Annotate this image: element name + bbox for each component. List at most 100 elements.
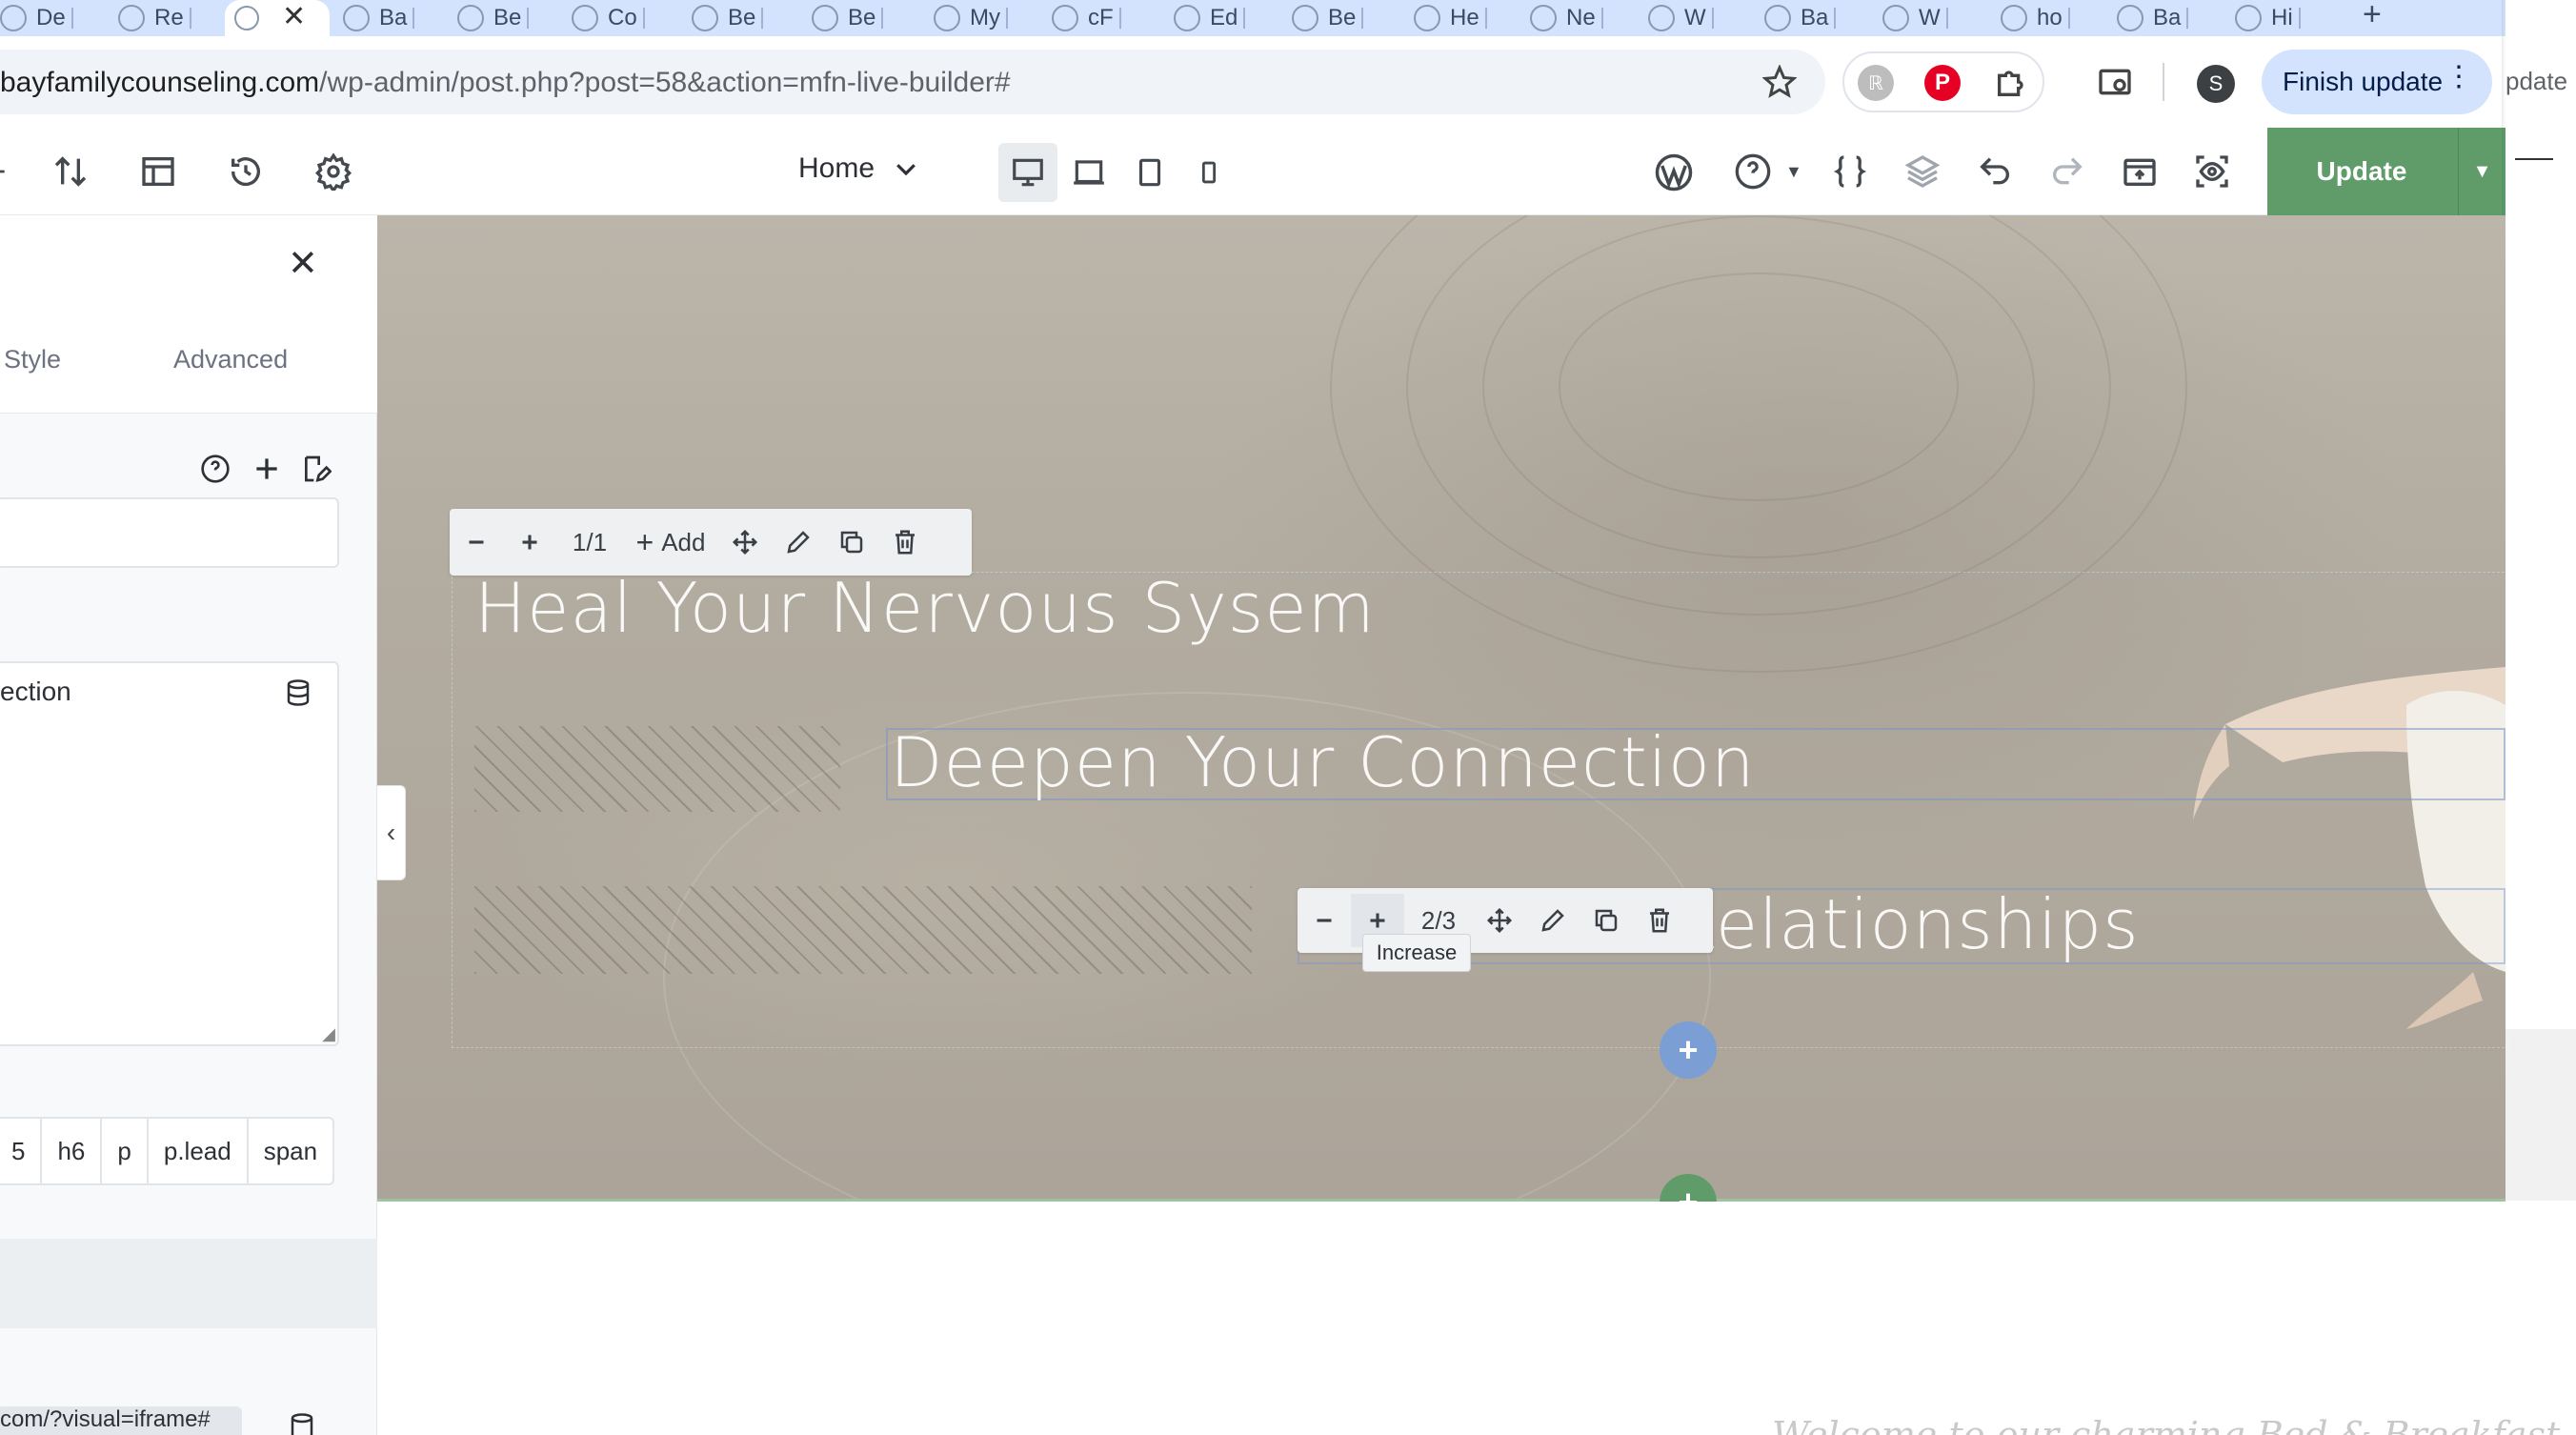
undo-icon[interactable] — [1976, 152, 2014, 191]
iframe-url-field[interactable]: com/?visual=iframe# — [0, 1406, 242, 1435]
extension-icon[interactable]: ℝ — [1858, 65, 1894, 101]
browser-tab[interactable]: Ba — [2117, 0, 2189, 36]
browser-tab[interactable]: Ed — [1174, 0, 1246, 36]
tab-search-icon[interactable] — [2096, 63, 2134, 101]
tab-advanced[interactable]: Advanced — [173, 345, 288, 374]
add-element-button[interactable]: + Add — [623, 515, 718, 569]
tab-style[interactable]: Style — [4, 345, 61, 374]
browser-tab[interactable]: Re — [118, 0, 191, 36]
browser-tab[interactable]: Co — [572, 0, 645, 36]
resize-handle-icon[interactable]: ◢ — [322, 1024, 335, 1044]
browser-tab[interactable]: Ne — [1530, 0, 1603, 36]
tab-favicon-icon — [1414, 5, 1440, 31]
help-icon[interactable] — [1734, 152, 1772, 191]
tag-h6-button[interactable]: h6 — [42, 1119, 103, 1183]
browser-tab[interactable]: De — [0, 0, 73, 36]
delete-trash-icon-2[interactable] — [1633, 894, 1686, 947]
browser-tab[interactable]: He — [1414, 0, 1487, 36]
element-toolbar: 2/3 — [1298, 888, 1713, 953]
update-options-caret-icon[interactable]: ▼ — [2458, 128, 2506, 215]
tab-label: cF — [1088, 5, 1114, 30]
page-layout-icon[interactable] — [139, 152, 177, 191]
increase-size-button[interactable] — [503, 515, 556, 569]
browser-tab[interactable]: Ba — [1764, 0, 1837, 36]
puzzle-extensions-icon[interactable] — [1993, 63, 2031, 101]
background-window-edge — [2506, 0, 2576, 1435]
spacer-placeholder-1[interactable] — [474, 726, 840, 812]
browser-tab[interactable]: W — [1882, 0, 1948, 36]
bookmark-star-icon[interactable] — [1762, 65, 1797, 99]
add-icon[interactable] — [252, 454, 282, 484]
move-icon[interactable] — [718, 515, 772, 569]
heading-heal-nervous-system[interactable]: Heal Your Nervous Sysem — [474, 568, 1376, 648]
tab-label: My — [970, 5, 1000, 30]
profile-avatar[interactable]: S — [2197, 65, 2235, 103]
decrease-size-button[interactable] — [450, 515, 503, 569]
browser-tab[interactable]: Be — [457, 0, 530, 36]
help-caret-icon[interactable]: ▼ — [1785, 162, 1802, 182]
browser-tab[interactable]: Be — [812, 0, 884, 36]
tab-favicon-icon — [2235, 5, 2262, 31]
tab-favicon-icon — [812, 5, 838, 31]
background-window-line — [2515, 158, 2553, 160]
text-input-field[interactable] — [0, 497, 339, 568]
url-text[interactable]: bayfamilycounseling.com/wp-admin/post.ph… — [0, 67, 1011, 99]
help-circle-icon[interactable] — [200, 454, 231, 484]
sort-order-icon[interactable] — [51, 152, 90, 191]
mobile-device-icon[interactable] — [1193, 156, 1225, 189]
edit-pencil-icon-2[interactable] — [1526, 894, 1580, 947]
tab-separator — [2298, 8, 2301, 29]
browser-tab[interactable]: My — [934, 0, 1008, 36]
tag-p-lead-button[interactable]: p.lead — [149, 1119, 249, 1183]
browser-tab[interactable]: Hi — [2235, 0, 2301, 36]
browser-tab[interactable]: ho — [2001, 0, 2070, 36]
wordpress-icon[interactable] — [1654, 152, 1694, 192]
add-wrap-button[interactable]: + — [1660, 1021, 1717, 1079]
tag-h5-button[interactable]: 5 — [0, 1119, 43, 1183]
desktop-device-icon[interactable] — [1010, 154, 1046, 191]
decrease-size-button-2[interactable] — [1298, 894, 1351, 947]
tag-p-button[interactable]: p — [102, 1119, 149, 1183]
tag-span-button[interactable]: span — [249, 1119, 332, 1183]
edit-template-icon[interactable] — [301, 454, 332, 484]
url-path: /wp-admin/post.php?post=58&action=mfn-li… — [319, 67, 1011, 98]
browser-tab[interactable]: cF — [1052, 0, 1121, 36]
database-icon[interactable] — [284, 678, 312, 707]
redo-icon[interactable] — [2048, 152, 2086, 191]
edit-pencil-icon[interactable] — [772, 515, 825, 569]
browser-tab[interactable]: Ba — [343, 0, 415, 36]
duplicate-icon-2[interactable] — [1580, 894, 1633, 947]
move-icon-2[interactable] — [1473, 894, 1526, 947]
page-select-dropdown[interactable]: Home — [798, 152, 920, 185]
database-icon-2[interactable] — [288, 1412, 316, 1435]
laptop-device-icon[interactable] — [1071, 154, 1107, 191]
settings-gear-icon[interactable] — [314, 152, 352, 191]
content-textarea[interactable]: ◢ — [0, 661, 339, 1046]
layers-icon[interactable] — [1903, 152, 1942, 191]
update-button[interactable]: Update — [2267, 128, 2456, 215]
finish-update-button[interactable]: Finish update ⋮ — [2262, 50, 2492, 114]
export-icon[interactable] — [2121, 152, 2159, 191]
collapse-panel-chevron-icon[interactable]: ‹ — [377, 785, 406, 880]
tablet-device-icon[interactable] — [1132, 154, 1168, 191]
tab-favicon-icon — [934, 5, 960, 31]
preview-eye-icon[interactable] — [2193, 152, 2231, 191]
more-menu-icon[interactable]: ⋮ — [2445, 63, 2473, 91]
browser-tab[interactable]: Be — [1292, 0, 1364, 36]
browser-tab[interactable]: Be — [692, 0, 764, 36]
delete-trash-icon[interactable] — [878, 515, 932, 569]
close-panel-icon[interactable]: ✕ — [288, 242, 318, 285]
tab-label: Ba — [379, 5, 408, 30]
browser-tab[interactable]: W — [1648, 0, 1714, 36]
new-tab-icon[interactable]: + — [2363, 0, 2382, 33]
spacer-placeholder-2[interactable] — [474, 886, 1252, 974]
active-browser-tab[interactable]: ✕ — [225, 0, 330, 38]
heading-deepen-connection[interactable]: Deepen Your Connection — [890, 722, 1756, 802]
history-icon[interactable] — [227, 152, 265, 191]
pinterest-icon[interactable]: P — [1924, 65, 1961, 101]
close-tab-icon[interactable]: ✕ — [282, 0, 306, 33]
custom-css-icon[interactable] — [1831, 152, 1869, 191]
duplicate-icon[interactable] — [825, 515, 878, 569]
panel-section-header[interactable] — [0, 1239, 377, 1328]
toolbar-partial-icon[interactable] — [0, 152, 10, 191]
